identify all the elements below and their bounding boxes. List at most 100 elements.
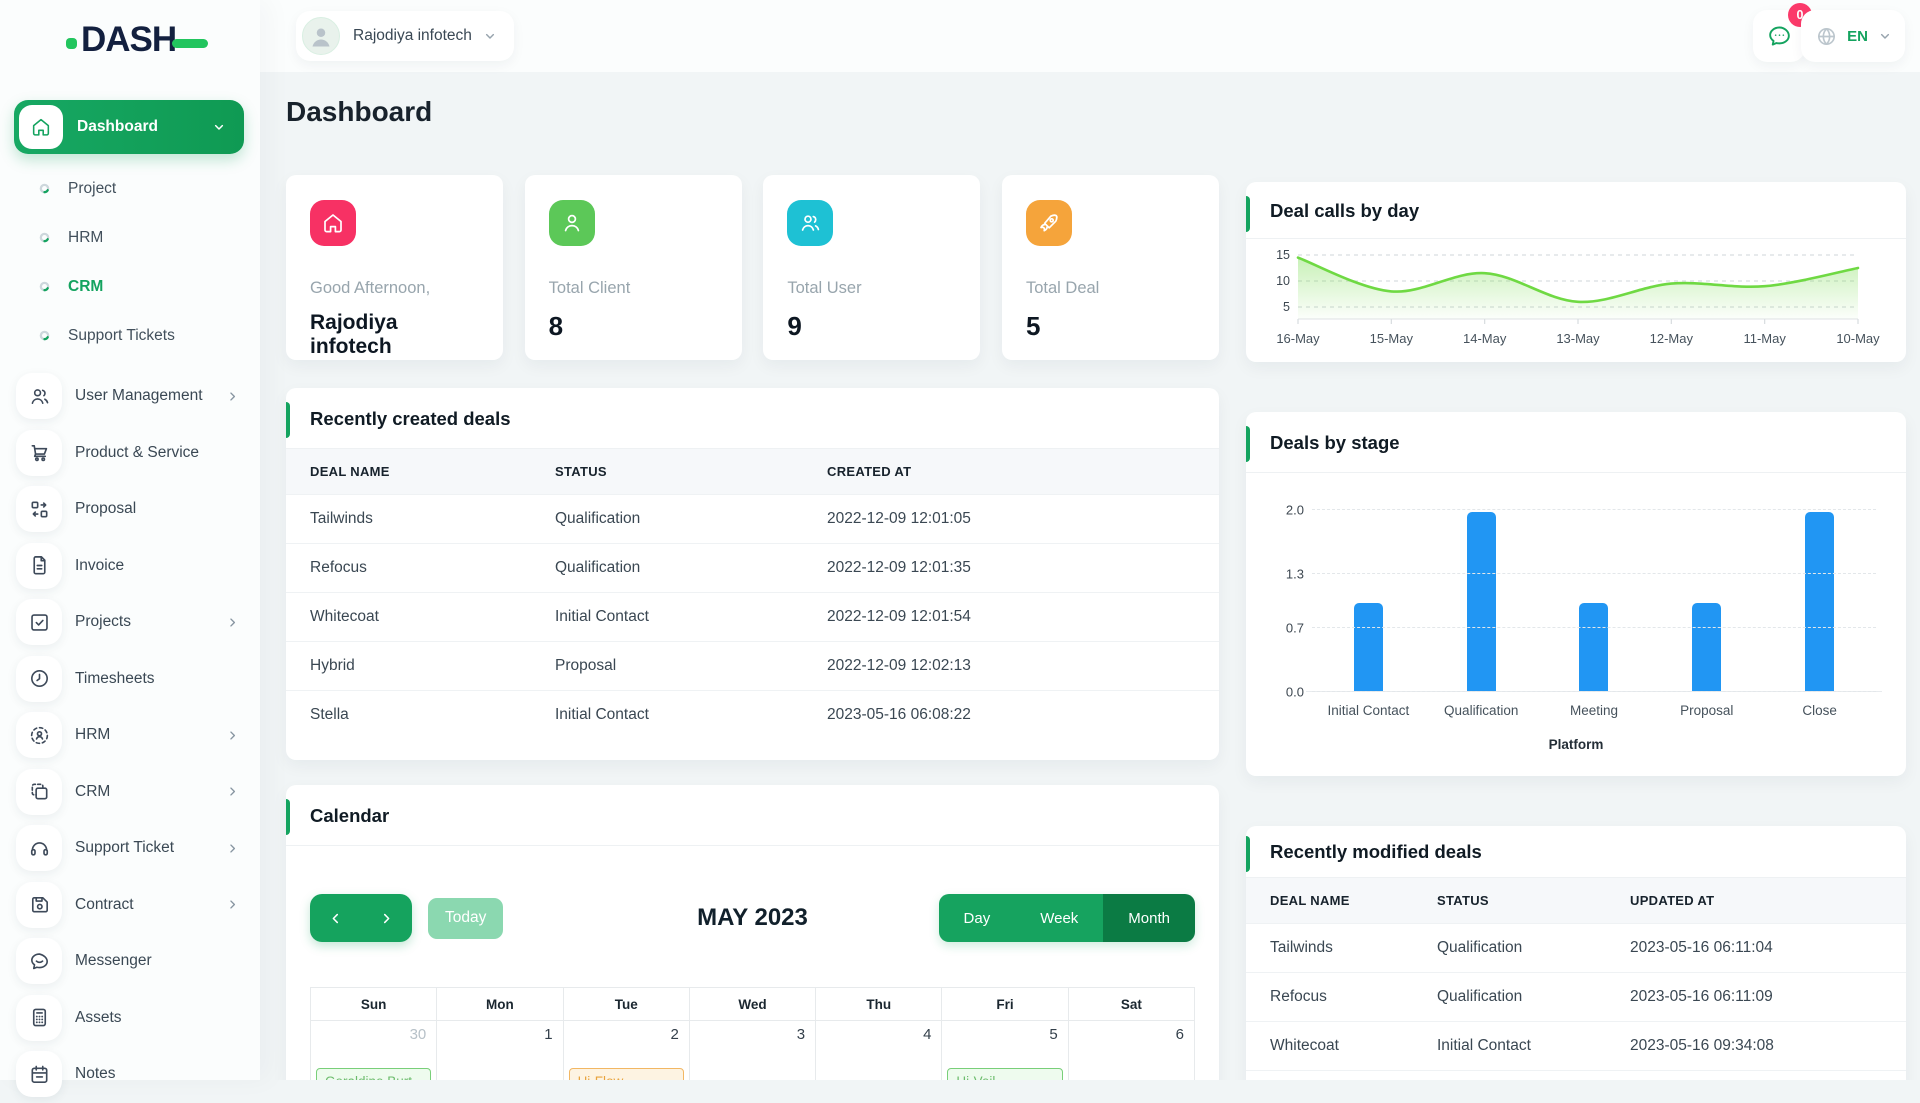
- table-row[interactable]: Tailwinds Qualification 2022-12-09 12:01:0…: [286, 494, 1219, 544]
- table-cell: 2022-12-09 12:01:35: [803, 543, 1219, 593]
- deals-by-stage-chart: 2.0 1.3 0.7 0.0: [1286, 503, 1882, 700]
- brand-logo[interactable]: DASH: [66, 20, 260, 60]
- clock-icon: [16, 655, 62, 702]
- x-tick-label: Qualification: [1444, 703, 1519, 718]
- calendar-day-cell[interactable]: 30 Geraldine Burt: [309, 1020, 438, 1080]
- calendar-event[interactable]: Hi-Flow: [568, 1068, 684, 1080]
- table-row[interactable]: Whitecoat Initial Contact 2022-12-09 12:01…: [286, 592, 1219, 642]
- accent-bar: [1246, 196, 1250, 232]
- calendar-view-month[interactable]: Month: [1103, 894, 1195, 942]
- deal-calls-card: Deal calls by day 15 10 5 16-May 15-May …: [1246, 182, 1906, 362]
- card-title: Calendar: [310, 805, 390, 826]
- sidebar-item-timesheets[interactable]: Timesheets: [0, 651, 260, 708]
- language-label: EN: [1847, 27, 1868, 45]
- person-frame-icon: [16, 712, 62, 759]
- stat-card-good-afternoon: Good Afternoon, Rajodiya infotech: [286, 175, 503, 360]
- pages-icon: [16, 768, 62, 815]
- table-row[interactable]: Refocus Qualification 2022-12-09 12:01:35: [286, 543, 1219, 593]
- bullet-icon: [39, 281, 50, 292]
- sidebar-item-contract[interactable]: Contract: [0, 877, 260, 934]
- svg-text:5: 5: [1283, 300, 1290, 314]
- calendar-day-cell[interactable]: 2 Hi-Flow: [562, 1020, 690, 1080]
- table-cell: Qualification: [531, 494, 803, 544]
- left-column: Good Afternoon, Rajodiya infotech Total …: [286, 175, 1219, 1080]
- table-cell: 2023-05-16 06:11:04: [1606, 923, 1906, 973]
- x-tick-label: Close: [1802, 703, 1837, 718]
- bullet-icon: [39, 183, 50, 194]
- accent-bar: [286, 402, 290, 438]
- sidebar-sub-item-hrm[interactable]: HRM: [0, 213, 260, 262]
- calendar-day-cell[interactable]: 4: [815, 1020, 943, 1080]
- table-cell: Proposal: [1413, 1070, 1606, 1080]
- calendar-event[interactable]: Geraldine Burt: [316, 1068, 432, 1080]
- card-title: Recently modified deals: [1270, 841, 1482, 862]
- chevron-right-icon: [225, 728, 240, 743]
- calendar-card: Calendar MAY 2023 Today Day Week Month Sun…: [286, 785, 1219, 1080]
- bar-proposal: [1692, 603, 1722, 691]
- language-selector[interactable]: EN: [1801, 10, 1905, 62]
- sidebar-item-label: Projects: [75, 613, 131, 631]
- calendar-view-week[interactable]: Week: [1015, 894, 1104, 942]
- sidebar-item-label: Invoice: [75, 556, 125, 574]
- main-content: Dashboard Good Afternoon, Rajodiya infot…: [260, 72, 1920, 1080]
- sidebar-item-projects[interactable]: Projects: [0, 594, 260, 651]
- table-cell: Whitecoat: [1246, 1021, 1413, 1071]
- gridline: 2.0: [1286, 503, 1876, 518]
- calendar-day-cell[interactable]: 6: [1067, 1020, 1196, 1080]
- table-row[interactable]: Whitecoat Initial Contact 2023-05-16 09:34…: [1246, 1021, 1906, 1071]
- stat-label: Total Client: [548, 279, 631, 297]
- company-selector[interactable]: Rajodiya infotech: [296, 11, 514, 61]
- sidebar-item-invoice[interactable]: Invoice: [0, 538, 260, 595]
- sidebar-item-messenger[interactable]: Messenger: [0, 933, 260, 990]
- calendar-day-cell[interactable]: 1: [436, 1020, 564, 1080]
- sidebar-item-user-management[interactable]: User Management: [0, 368, 260, 425]
- table-row[interactable]: Hybrid Proposal 2022-12-09 12:02:13: [286, 641, 1219, 691]
- sidebar-item-crm[interactable]: CRM: [0, 764, 260, 821]
- bullet-icon: [39, 330, 50, 341]
- messages-button[interactable]: 0: [1753, 3, 1812, 62]
- calendar-day-cell[interactable]: 5 Hi-Veil: [941, 1020, 1069, 1080]
- calendar-view-group: Day Week Month: [938, 894, 1195, 942]
- sidebar-sub-item-project[interactable]: Project: [0, 164, 260, 213]
- sidebar-item-hrm[interactable]: HRM: [0, 707, 260, 764]
- sidebar-item-product-service[interactable]: Product & Service: [0, 425, 260, 482]
- x-axis-title: Platform: [1548, 737, 1604, 752]
- stat-card-total-user: Total User 9: [763, 175, 981, 360]
- sidebar-item-dashboard[interactable]: Dashboard: [14, 100, 244, 154]
- table-cell: 2023-05-16 06:11:08: [1606, 1070, 1906, 1080]
- card-title: Deals by stage: [1270, 432, 1400, 453]
- calendar-view-day[interactable]: Day: [938, 894, 1016, 942]
- table-row[interactable]: Stella Initial Contact 2023-05-16 06:08:22: [286, 690, 1219, 739]
- sidebar-sub-item-label: Support Tickets: [68, 326, 175, 344]
- calendar-day-cell[interactable]: 3: [688, 1020, 817, 1080]
- chevron-right-icon: [225, 897, 240, 912]
- y-tick-label: 0.7: [1285, 620, 1304, 636]
- table-row[interactable]: Refocus Qualification 2023-05-16 06:11:09: [1246, 972, 1906, 1022]
- calculator-icon: [16, 994, 62, 1041]
- sidebar-item-notes[interactable]: Notes: [0, 1046, 260, 1103]
- logo-dot-icon: [66, 37, 77, 49]
- gridline: 0.0: [1286, 685, 1876, 700]
- sidebar-item-assets[interactable]: Assets: [0, 990, 260, 1047]
- floppy-icon: [16, 881, 62, 928]
- sidebar-sub-item-crm[interactable]: CRM: [0, 262, 260, 311]
- sidebar-sub-item-label: Project: [68, 179, 117, 197]
- chevron-down-icon: [482, 28, 498, 44]
- sidebar-item-support-ticket[interactable]: Support Ticket: [0, 820, 260, 877]
- calendar-event[interactable]: Hi-Veil: [947, 1068, 1063, 1080]
- sidebar-item-proposal[interactable]: Proposal: [0, 481, 260, 538]
- table-cell: Tailwinds: [286, 494, 531, 544]
- weekday-header-row: Sun Mon Tue Wed Thu Fri Sat: [309, 987, 1196, 1021]
- table-cell: Qualification: [1413, 923, 1606, 973]
- table-row[interactable]: Tailwinds Qualification 2023-05-16 06:11:0…: [1246, 923, 1906, 973]
- svg-text:12-May: 12-May: [1650, 331, 1694, 346]
- person-icon: [548, 200, 595, 246]
- topbar: Rajodiya infotech 0 EN: [260, 0, 1920, 72]
- sidebar-sub-item-support-tickets[interactable]: Support Tickets: [0, 311, 260, 360]
- deal-calls-chart: 15 10 5 16-May 15-May 14-May 13-May 12-M…: [1246, 239, 1906, 362]
- sidebar-item-label: Product & Service: [75, 443, 200, 461]
- table-cell: Hybrid: [286, 641, 531, 691]
- table-row[interactable]: HybridProposal2023-05-16 06:11:08: [1246, 1070, 1906, 1080]
- recently-created-deals-table: DEAL NAME STATUS CREATED AT Tailwinds Quali…: [286, 449, 1219, 739]
- column-header: DEAL NAME: [1246, 878, 1413, 924]
